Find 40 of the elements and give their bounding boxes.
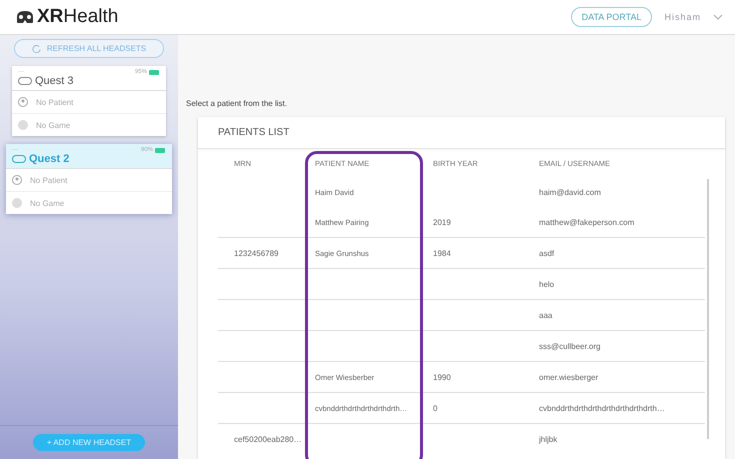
table-cell: haim@david.com — [539, 188, 601, 196]
table-cell: jhljbk — [539, 434, 558, 444]
headset-name: Quest 3 — [35, 75, 74, 87]
chevron-down-icon[interactable] — [713, 14, 723, 20]
table-row[interactable]: aaa — [218, 299, 705, 330]
battery-icon — [149, 70, 160, 74]
table-cell: aaa — [539, 310, 552, 320]
battery-icon — [155, 148, 166, 152]
patient-status: No Patient — [30, 176, 68, 184]
scrollbar[interactable] — [707, 179, 709, 439]
patient-icon — [18, 97, 28, 107]
headset-name: Quest 2 — [29, 153, 70, 165]
panel-title: PATIENTS LIST — [198, 117, 725, 149]
patient-status: No Patient — [36, 98, 74, 106]
refresh-icon — [32, 44, 41, 53]
logo-text: XRHealth — [37, 6, 118, 28]
table-cell: asdf — [539, 248, 554, 258]
patient-icon — [12, 175, 22, 185]
game-icon — [12, 198, 22, 208]
game-status: No Game — [36, 120, 70, 130]
headset-icon — [12, 155, 26, 163]
game-status: No Game — [30, 198, 64, 208]
table-cell: 1232456789 — [234, 248, 278, 258]
table-cell: helo — [539, 280, 554, 288]
table-cell: 1984 — [433, 248, 451, 258]
table-cell: cef50200eab280… — [234, 434, 302, 444]
headset-icon — [18, 77, 32, 85]
headset-icon — [16, 10, 34, 24]
table-cell: cvbnddrthdrthdrthdrthdrthdrthdrth… — [539, 404, 665, 412]
table-cell: sss@cullbeer.org — [539, 342, 600, 350]
table-row[interactable]: cef50200eab280… jhljbk — [218, 423, 705, 454]
table-cell: matthew@fakeperson.com — [539, 218, 634, 226]
table-row[interactable]: sss@cullbeer.org — [218, 330, 705, 361]
instruction-text: Select a patient from the list. — [186, 99, 288, 108]
table-cell: 1990 — [433, 372, 451, 382]
game-icon — [18, 120, 28, 130]
table-row[interactable]: helo — [218, 268, 705, 299]
table-cell: 2019 — [433, 218, 451, 226]
table-cell: 0 — [433, 404, 438, 412]
table-cell: omer.wiesberger — [539, 372, 598, 382]
